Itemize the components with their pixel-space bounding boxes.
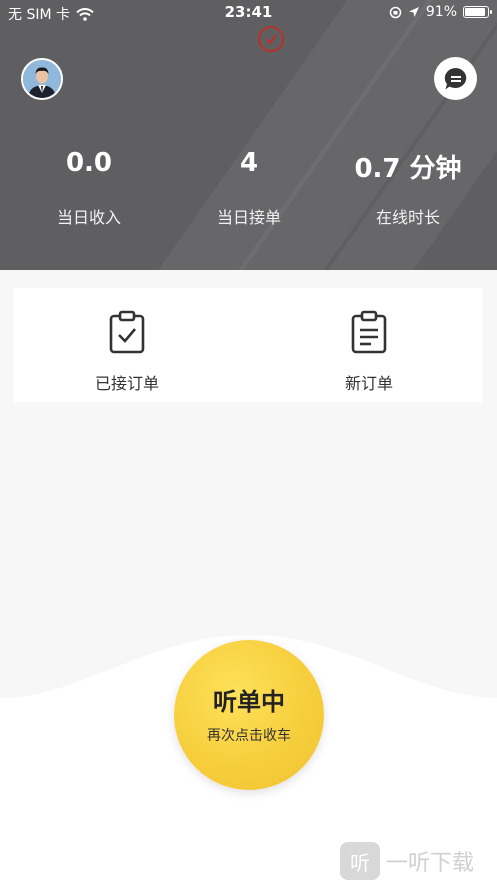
message-button[interactable] [434, 57, 477, 100]
stat-daily-orders: 4 当日接单 [174, 148, 324, 228]
stat-label: 当日接单 [216, 208, 281, 227]
watermark-text: 一听下载 [386, 851, 475, 876]
stat-online-time: 0.7 分钟 在线时长 [333, 148, 483, 228]
person-icon [23, 60, 61, 98]
watermark-logo: 听 [340, 842, 380, 880]
stat-value: 0.0 [65, 148, 113, 178]
check-icon [258, 26, 284, 52]
accepted-orders-label: 已接订单 [94, 374, 159, 393]
watermark: 听 一听下载 [340, 842, 474, 880]
location-arrow-icon [408, 7, 419, 17]
battery-percent: 91% [425, 4, 457, 20]
listen-toggle-button[interactable]: 听单中 再次点击收车 [174, 640, 324, 790]
listen-subtitle: 再次点击收车 [207, 728, 291, 744]
stat-value: 0.7 分钟 [354, 154, 462, 184]
clipboard-check-icon [109, 310, 145, 354]
orders-card: 已接订单 新订单 [14, 288, 482, 402]
chat-bubble-icon [444, 67, 466, 89]
stat-label: 在线时长 [375, 208, 440, 227]
clipboard-list-icon [351, 310, 387, 354]
battery-icon [463, 6, 492, 18]
orientation-lock-icon [389, 6, 402, 18]
status-bar: 无 SIM 卡 23:41 91% [0, 0, 497, 26]
listen-title: 听单中 [213, 688, 285, 716]
stat-daily-income: 0.0 当日收入 [14, 148, 164, 228]
header-panel: 无 SIM 卡 23:41 91% 0.0 当日收入 4 当日接单 0.7 分钟… [0, 0, 497, 270]
accepted-orders-button[interactable]: 已接订单 [47, 310, 207, 394]
new-orders-button[interactable]: 新订单 [289, 310, 449, 394]
stat-value: 4 [239, 148, 259, 178]
new-orders-label: 新订单 [344, 374, 393, 393]
stat-label: 当日收入 [56, 208, 121, 227]
avatar[interactable] [21, 58, 63, 100]
